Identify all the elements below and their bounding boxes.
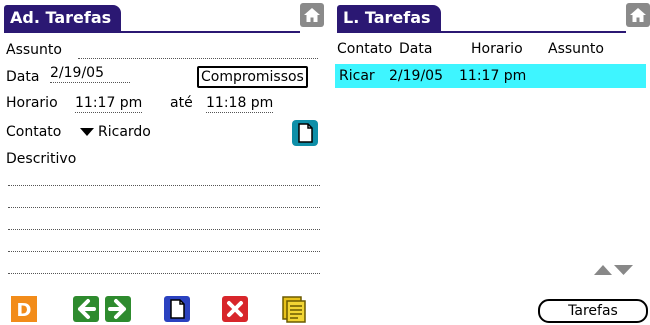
title-bar: Ad. Tarefas (0, 0, 324, 33)
arrow-right-icon[interactable] (104, 295, 132, 323)
contato-value: Ricardo (98, 124, 151, 140)
compromissos-button[interactable]: Compromissos (197, 66, 308, 88)
home-icon[interactable] (626, 3, 650, 27)
note-line (8, 251, 320, 252)
new-document-icon[interactable] (163, 295, 191, 323)
contato-label: Contato (6, 124, 62, 140)
title-bar: L. Tarefas (333, 0, 650, 33)
assunto-field[interactable] (78, 41, 318, 59)
scroll-arrows (594, 265, 633, 275)
l-tarefas-screen: L. Tarefas Contato Data Horario Assunto … (333, 0, 650, 325)
notes-icon[interactable] (280, 295, 308, 323)
column-header-data: Data (399, 41, 433, 57)
note-line (8, 229, 320, 230)
horario-end-field[interactable]: 11:18 pm (206, 94, 274, 113)
contato-dropdown[interactable]: Ricardo (80, 123, 151, 141)
dropdown-triangle-icon (80, 128, 94, 136)
column-header-horario: Horario (471, 41, 523, 57)
home-icon[interactable] (300, 3, 324, 27)
horario-start-field[interactable]: 11:17 pm (75, 94, 143, 113)
scroll-up-icon[interactable] (594, 265, 612, 275)
data-label: Data (6, 69, 40, 85)
horario-label: Horario (6, 95, 58, 111)
assunto-label: Assunto (6, 42, 62, 58)
note-line (8, 207, 320, 208)
document-orange-icon[interactable]: D (10, 295, 38, 323)
data-field[interactable]: 2/19/05 (50, 64, 130, 83)
screen-title: Ad. Tarefas (4, 5, 122, 31)
row-data: 2/19/05 (389, 68, 443, 84)
title-underline (4, 31, 300, 33)
new-note-icon[interactable] (292, 120, 318, 146)
row-contato: Ricar (339, 68, 375, 84)
scroll-down-icon[interactable] (614, 265, 633, 275)
ad-tarefas-screen: Ad. Tarefas Assunto Data 2/19/05 Comprom… (0, 0, 324, 325)
column-header-assunto: Assunto (548, 41, 604, 57)
row-horario: 11:17 pm (459, 68, 527, 84)
title-underline (337, 31, 626, 33)
table-row[interactable]: Ricar 2/19/05 11:17 pm (335, 64, 646, 88)
screen-title: L. Tarefas (337, 5, 441, 31)
tarefas-button[interactable]: Tarefas (538, 299, 648, 323)
note-line (8, 273, 320, 274)
arrow-left-icon[interactable] (72, 295, 100, 323)
ate-label: até (170, 95, 193, 111)
column-header-contato: Contato (337, 41, 393, 57)
delete-icon[interactable] (221, 295, 249, 323)
note-line (8, 185, 320, 186)
descritivo-label: Descritivo (6, 151, 77, 167)
svg-text:D: D (17, 300, 32, 321)
